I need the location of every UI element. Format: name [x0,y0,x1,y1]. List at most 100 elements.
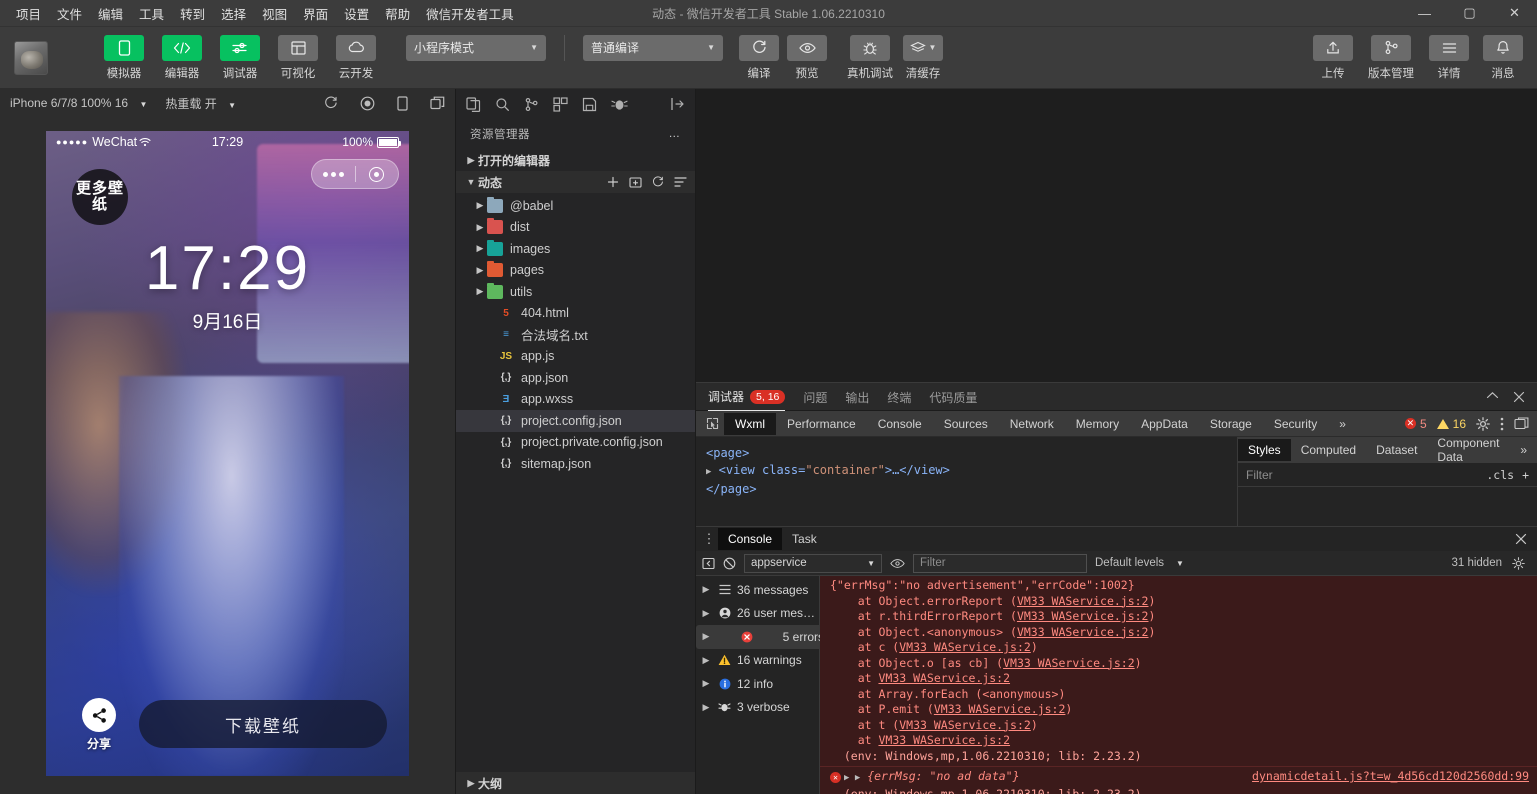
chevron-right-icon[interactable]: ▶ [473,222,487,233]
error-count-indicator[interactable]: ✕ 5 [1404,417,1427,431]
version-control-button[interactable]: 版本管理 [1363,34,1419,81]
file-tree-row[interactable]: ≡ 合法域名.txt [456,324,695,346]
console-error-entry[interactable]: ✕ ▶ ▶ {errMsg: "no ad data"} dynamicdetail… [820,767,1537,794]
inspect-element-icon[interactable] [700,417,724,430]
console-sidebar-item[interactable]: ▶ 16 warnings [696,649,819,673]
chevron-right-icon[interactable]: ▶ [473,265,487,276]
real-device-debug-button[interactable]: 真机调试 [841,34,899,81]
tab-task[interactable]: Task [782,528,827,550]
menu-item-tools[interactable]: 工具 [131,0,172,27]
tab-console[interactable]: Console [718,528,783,550]
console-error-entry[interactable]: {"errMsg":"no advertisement","errCode":1… [820,576,1537,767]
tab-sources[interactable]: Sources [933,413,999,435]
stack-source-link[interactable]: VM33 WAService.js:2 [1017,594,1149,608]
gear-icon[interactable] [1476,416,1490,431]
chevron-right-icon[interactable]: ▶ [473,243,487,254]
stack-source-link[interactable]: VM33 WAService.js:2 [934,702,1066,716]
wxml-inspector[interactable]: <page> ▶ <view class="container">…</view… [696,437,1237,526]
clear-cache-button[interactable]: ▼ 清缓存 [899,34,947,81]
upload-button[interactable]: 上传 [1309,34,1357,81]
chevron-right-icon[interactable]: ▶ [700,631,712,642]
console-filter-input[interactable]: Filter [913,553,1087,573]
console-log-area[interactable]: {"errMsg":"no advertisement","errCode":1… [820,576,1537,794]
editor-toggle[interactable]: 编辑器 [156,34,208,81]
menu-item-goto[interactable]: 转到 [172,0,213,27]
file-tree-row[interactable]: ▶ images [456,238,695,260]
editor-area[interactable] [696,89,1537,382]
refresh-icon[interactable] [324,96,338,110]
stack-source-link[interactable]: VM33 WAService.js:2 [878,733,1010,747]
chevron-right-icon[interactable]: ▶ [700,702,712,713]
debug-icon[interactable] [611,98,628,111]
tab-console-panel[interactable]: Console [867,413,933,435]
live-expression-icon[interactable] [890,558,905,569]
phone-screen[interactable]: ●●●●● WeChat 17:29 100% 更多壁纸 17:29 9月16日… [46,131,409,776]
console-sidebar-item[interactable]: ▶ 3 verbose [696,696,819,720]
close-icon[interactable] [1515,533,1537,545]
tab-styles[interactable]: Styles [1238,439,1291,461]
styles-filter-input[interactable]: Filter [1246,468,1273,482]
expand-triangle-icon[interactable]: ▶ [706,467,711,477]
chevron-right-icon[interactable]: ▶ [700,584,712,595]
more-dots-icon[interactable] [312,171,355,177]
chevron-right-icon[interactable]: ▶ [473,286,487,297]
kebab-menu-icon[interactable] [1500,417,1504,431]
file-tree-row[interactable]: ▶ pages [456,260,695,282]
stack-source-link[interactable]: VM33 WAService.js:2 [1017,625,1149,639]
project-section[interactable]: ▼ 动态 [456,171,695,193]
details-button[interactable]: 详情 [1425,34,1473,81]
sidebar-toggle-icon[interactable] [702,557,715,570]
console-settings-icon[interactable] [1512,556,1525,570]
save-icon[interactable] [582,97,597,112]
file-tree-row[interactable]: {,} project.config.json [456,410,695,432]
more-wallpaper-badge[interactable]: 更多壁纸 [72,169,128,225]
preview-button[interactable]: 预览 [783,34,831,81]
menu-item-help[interactable]: 帮助 [377,0,418,27]
menu-item-select[interactable]: 选择 [213,0,254,27]
file-tree[interactable]: ▶ @babel ▶ dist ▶ images ▶ pages ▶ utils 5 404.html… [456,193,695,772]
chevron-right-icon[interactable]: ▶ [700,655,712,666]
cls-toggle-button[interactable]: .cls [1486,468,1514,482]
console-sidebar-item[interactable]: ▶ 5 errors [696,625,832,649]
file-tree-row[interactable]: ▶ dist [456,217,695,239]
maximize-button[interactable]: ▢ [1447,0,1492,27]
avatar[interactable] [14,40,48,75]
extensions-icon[interactable] [553,96,568,112]
minimize-button[interactable]: — [1402,0,1447,27]
compile-select[interactable]: 普通编译 ▼ [583,34,723,61]
console-sidebar-item[interactable]: ▶ 12 info [696,672,819,696]
dock-icon[interactable] [1514,417,1529,430]
tab-computed[interactable]: Computed [1291,439,1366,461]
console-sidebar-item[interactable]: ▶ 26 user mes… [696,602,819,626]
stack-source-link[interactable]: VM33 WAService.js:2 [1003,656,1135,670]
chevron-right-icon[interactable]: ▶ [473,200,487,211]
search-icon[interactable] [495,97,510,112]
panel-tabs-overflow[interactable]: » [1328,413,1357,435]
menu-item-file[interactable]: 文件 [49,0,90,27]
tab-performance[interactable]: Performance [776,413,867,435]
tab-problems[interactable]: 问题 [803,383,827,411]
stack-source-link[interactable]: VM33 WAService.js:2 [899,718,1031,732]
menu-item-view[interactable]: 视图 [254,0,295,27]
visualization-toggle[interactable]: 可视化 [272,34,324,81]
wechat-capsule-menu[interactable] [311,159,399,189]
source-control-icon[interactable] [524,97,539,112]
tab-security[interactable]: Security [1263,413,1328,435]
tab-storage[interactable]: Storage [1199,413,1263,435]
tab-output[interactable]: 输出 [845,383,869,411]
file-tree-row[interactable]: ▶ utils [456,281,695,303]
expand-triangle-icon[interactable]: ▶ ▶ [844,773,860,783]
stack-source-link[interactable]: VM33 WAService.js:2 [878,671,1010,685]
tab-network[interactable]: Network [999,413,1065,435]
chevron-up-icon[interactable] [1486,391,1499,403]
styles-tabs-overflow[interactable]: » [1510,439,1537,461]
menu-item-project[interactable]: 项目 [8,0,49,27]
file-tree-row[interactable]: ▶ @babel [456,195,695,217]
file-tree-row[interactable]: Ǝapp.wxss [456,389,695,411]
add-rule-button[interactable]: + [1522,468,1529,482]
files-icon[interactable] [466,96,481,112]
file-tree-row[interactable]: JS app.js [456,346,695,368]
tab-wxml[interactable]: Wxml [724,412,776,435]
device-rotate-icon[interactable] [397,95,408,111]
console-sidebar-item[interactable]: ▶ 36 messages [696,578,819,602]
